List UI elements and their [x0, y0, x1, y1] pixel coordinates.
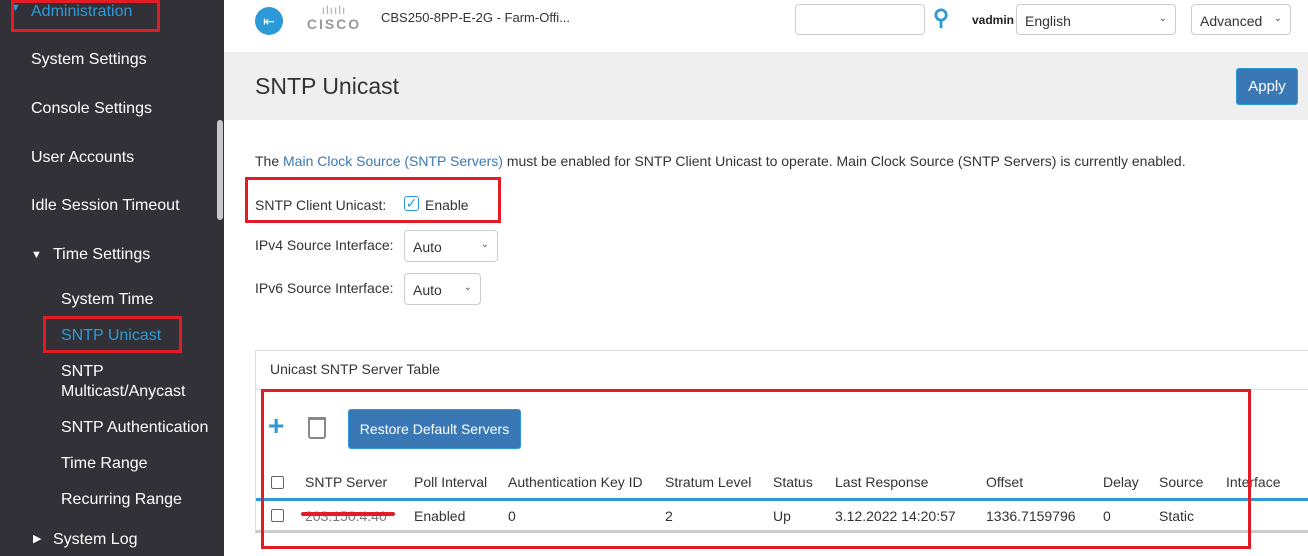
language-select[interactable]: English ⌄ — [1016, 4, 1176, 35]
sidebar-item-sntp-multicast-anycast[interactable]: SNTP Multicast/Anycast — [61, 362, 201, 402]
chevron-down-icon: ⌄ — [480, 239, 489, 250]
sidebar-item-time-range[interactable]: Time Range — [61, 455, 148, 473]
mode-select[interactable]: Advanced ⌄ — [1191, 4, 1291, 35]
sidebar-scrollbar[interactable] — [217, 120, 223, 220]
search-input[interactable] — [795, 4, 925, 35]
annotation-box — [43, 316, 182, 353]
sidebar-item-recurring-range[interactable]: Recurring Range — [61, 491, 182, 509]
sidebar-item-system-time[interactable]: System Time — [61, 291, 153, 309]
sidebar: ▼ Administration System Settings Console… — [0, 0, 224, 556]
search-icon[interactable]: ⚲ — [933, 5, 949, 31]
apply-button[interactable]: Apply — [1236, 68, 1298, 105]
chevron-down-icon: ⌄ — [463, 282, 472, 293]
top-header: ⇤ ılıılı CISCO CBS250-8PP-E-2G - Farm-Of… — [224, 0, 1308, 52]
ipv6-source-label: IPv6 Source Interface: — [255, 280, 394, 296]
cisco-logo: ılıılı CISCO — [306, 3, 362, 32]
annotation-box — [261, 389, 1251, 549]
ipv4-source-select[interactable]: Auto ⌄ — [404, 230, 498, 262]
sidebar-item-sntp-authentication[interactable]: SNTP Authentication — [61, 419, 208, 437]
sidebar-item-idle-session-timeout[interactable]: Idle Session Timeout — [31, 197, 180, 215]
username: vadmin — [972, 13, 1015, 27]
main-clock-source-link[interactable]: Main Clock Source (SNTP Servers) — [283, 153, 503, 169]
annotation-box — [11, 0, 160, 32]
caret-right-icon: ▶ — [33, 533, 42, 545]
caret-down-icon: ▼ — [31, 249, 42, 261]
collapse-menu-icon[interactable]: ⇤ — [255, 7, 283, 35]
sidebar-item-system-settings[interactable]: System Settings — [31, 51, 147, 69]
table-title: Unicast SNTP Server Table — [270, 361, 440, 377]
chevron-down-icon: ⌄ — [1158, 13, 1167, 24]
page-title: SNTP Unicast — [255, 73, 400, 99]
sidebar-item-system-log[interactable]: System Log — [53, 531, 137, 549]
annotation-box — [245, 177, 501, 223]
ipv4-source-label: IPv4 Source Interface: — [255, 237, 394, 253]
ipv6-source-select[interactable]: Auto ⌄ — [404, 273, 481, 305]
info-text: The Main Clock Source (SNTP Servers) mus… — [255, 153, 1186, 169]
chevron-down-icon: ⌄ — [1273, 13, 1282, 24]
sidebar-item-time-settings[interactable]: Time Settings — [53, 246, 150, 264]
sidebar-item-user-accounts[interactable]: User Accounts — [31, 149, 134, 167]
device-name: CBS250-8PP-E-2G - Farm-Offi... — [381, 10, 571, 25]
sidebar-item-console-settings[interactable]: Console Settings — [31, 100, 152, 118]
